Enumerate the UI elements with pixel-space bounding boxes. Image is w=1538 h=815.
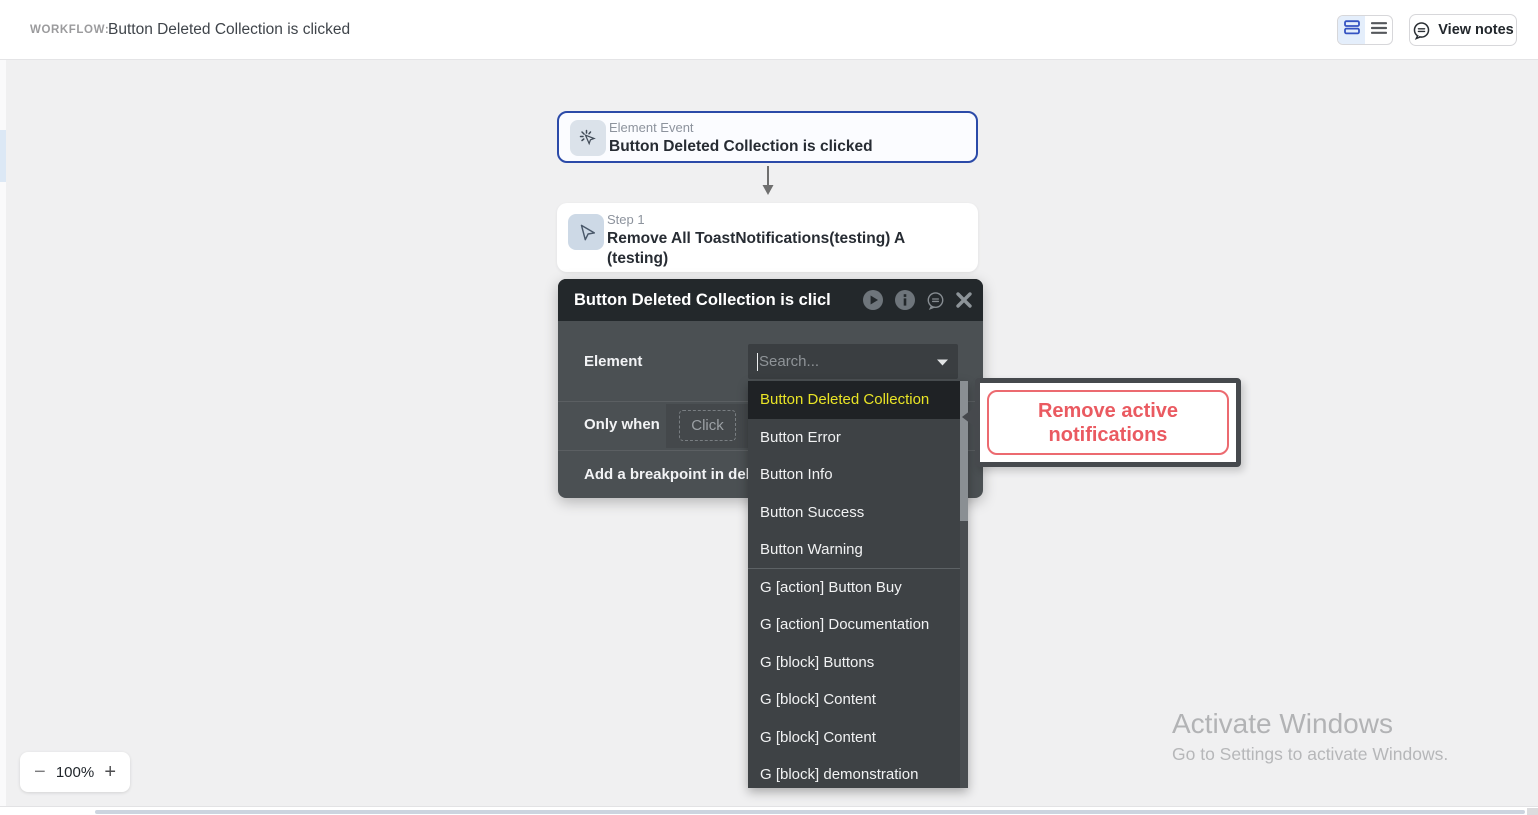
zoom-control: − 100% + <box>20 752 130 792</box>
click-condition-button[interactable]: Click <box>679 410 736 441</box>
activate-windows-subtitle: Go to Settings to activate Windows. <box>1172 744 1449 764</box>
element-dropdown-list: Button Deleted Collection Button Error But… <box>748 381 968 788</box>
search-placeholder: Search... <box>759 353 820 370</box>
list-view-icon <box>1370 21 1387 40</box>
dropdown-item[interactable]: Button Deleted Collection <box>748 381 968 419</box>
view-toggle-group <box>1337 15 1393 45</box>
view-notes-button[interactable]: View notes <box>1409 14 1517 46</box>
cards-view-icon <box>1343 20 1360 40</box>
activate-windows-watermark: Activate Windows <box>1172 708 1393 739</box>
notes-bubble-icon <box>1412 21 1431 40</box>
dropdown-item[interactable]: G [action] Documentation <box>748 606 968 644</box>
left-panel-notch[interactable] <box>0 130 6 182</box>
zoom-out-button[interactable]: − <box>34 762 46 782</box>
dropdown-item[interactable]: G [block] Buttons <box>748 644 968 682</box>
workflow-title: Button Deleted Collection is clicked <box>108 21 351 38</box>
popup-title: Button Deleted Collection is clicl <box>574 290 831 309</box>
chevron-down-icon <box>937 353 948 371</box>
preview-button-outline: Remove active notifications <box>987 390 1229 455</box>
cards-view-toggle-button[interactable] <box>1338 16 1365 44</box>
close-icon[interactable] <box>955 291 973 309</box>
workflow-label: WORKFLOW: <box>30 24 110 36</box>
text-cursor <box>757 352 758 371</box>
element-search-input[interactable]: Search... <box>748 344 958 379</box>
event-node-title: Button Deleted Collection is clicked <box>609 138 873 155</box>
only-when-label: Only when <box>584 416 660 433</box>
dropdown-item[interactable]: G [block] Content <box>748 719 968 757</box>
top-bar: WORKFLOW: Button Deleted Collection is c… <box>0 0 1538 60</box>
dropdown-item[interactable]: G [block] demonstration <box>748 756 968 788</box>
dropdown-item[interactable]: Button Error <box>748 419 968 457</box>
breakpoint-label: Add a breakpoint in deb <box>584 466 755 483</box>
dropdown-scrollbar-thumb[interactable] <box>960 381 968 521</box>
dropdown-item[interactable]: Button Warning <box>748 531 968 569</box>
horizontal-scrollbar-thumb[interactable] <box>95 810 1525 814</box>
event-node-card[interactable]: Element Event Button Deleted Collection … <box>557 111 978 163</box>
flow-arrow-down-icon <box>762 166 774 195</box>
step-node-step-label: Step 1 <box>607 212 645 227</box>
dropdown-item[interactable]: G [block] Content <box>748 681 968 719</box>
preview-button-text: Remove active notifications <box>1037 399 1179 446</box>
info-icon[interactable] <box>894 289 916 311</box>
run-icon[interactable] <box>862 289 884 311</box>
mouse-pointer-icon <box>568 214 604 250</box>
tooltip-arrow-left-icon <box>962 407 975 427</box>
event-node-type-label: Element Event <box>609 120 694 135</box>
popup-header[interactable]: Button Deleted Collection is clicl <box>558 279 983 321</box>
comment-icon[interactable] <box>926 291 945 310</box>
popup-header-icons <box>862 279 973 321</box>
zoom-level-label: 100% <box>55 763 95 781</box>
view-notes-label: View notes <box>1438 22 1514 38</box>
step-node-card[interactable]: Step 1 Remove All ToastNotifications(tes… <box>557 203 978 272</box>
step-node-title: Remove All ToastNotifications(testing) A… <box>607 230 905 267</box>
element-click-icon <box>570 120 606 156</box>
element-preview-tooltip: Remove active notifications <box>962 378 1241 467</box>
zoom-in-button[interactable]: + <box>104 762 116 782</box>
scrollbar-corner <box>1527 808 1538 815</box>
dropdown-item[interactable]: Button Success <box>748 494 968 532</box>
dropdown-item[interactable]: Button Info <box>748 456 968 494</box>
list-view-toggle-button[interactable] <box>1365 16 1392 44</box>
dropdown-item[interactable]: G [action] Button Buy <box>748 569 968 607</box>
element-field-label: Element <box>584 353 643 370</box>
dropdown-scrollbar-track[interactable] <box>960 381 968 788</box>
